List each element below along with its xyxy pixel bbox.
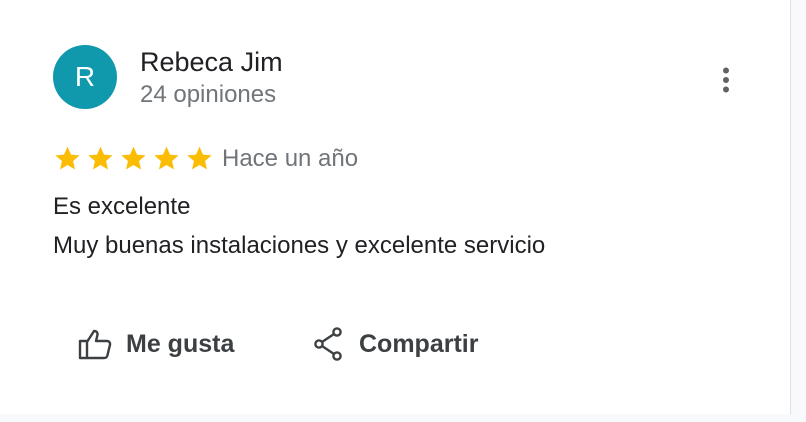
like-button[interactable]: Me gusta	[78, 324, 234, 364]
author-review-count: 24 opiniones	[140, 81, 277, 108]
more-options-button[interactable]	[710, 64, 742, 96]
review-card: R Rebeca Jim 24 opiniones Hace un año Es…	[0, 0, 790, 414]
author-name[interactable]: Rebeca Jim	[140, 47, 283, 78]
review-text: Muy buenas instalaciones y excelente ser…	[53, 232, 546, 259]
star-rating	[53, 144, 214, 173]
share-label: Compartir	[359, 329, 479, 358]
star-icon	[187, 146, 212, 170]
avatar-initial: R	[74, 61, 96, 92]
panel-divider	[790, 0, 791, 414]
thumb-up-icon	[78, 329, 112, 360]
star-icon	[121, 146, 146, 170]
star-icon	[154, 146, 179, 170]
review-title: Es excelente	[53, 193, 191, 220]
share-button[interactable]: Compartir	[313, 324, 478, 364]
avatar[interactable]: R	[53, 45, 117, 109]
more-vert-icon	[723, 67, 729, 93]
like-label: Me gusta	[126, 329, 235, 358]
star-icon	[88, 146, 113, 170]
share-icon	[314, 327, 342, 361]
review-time: Hace un año	[222, 145, 359, 172]
star-icon	[55, 146, 80, 170]
